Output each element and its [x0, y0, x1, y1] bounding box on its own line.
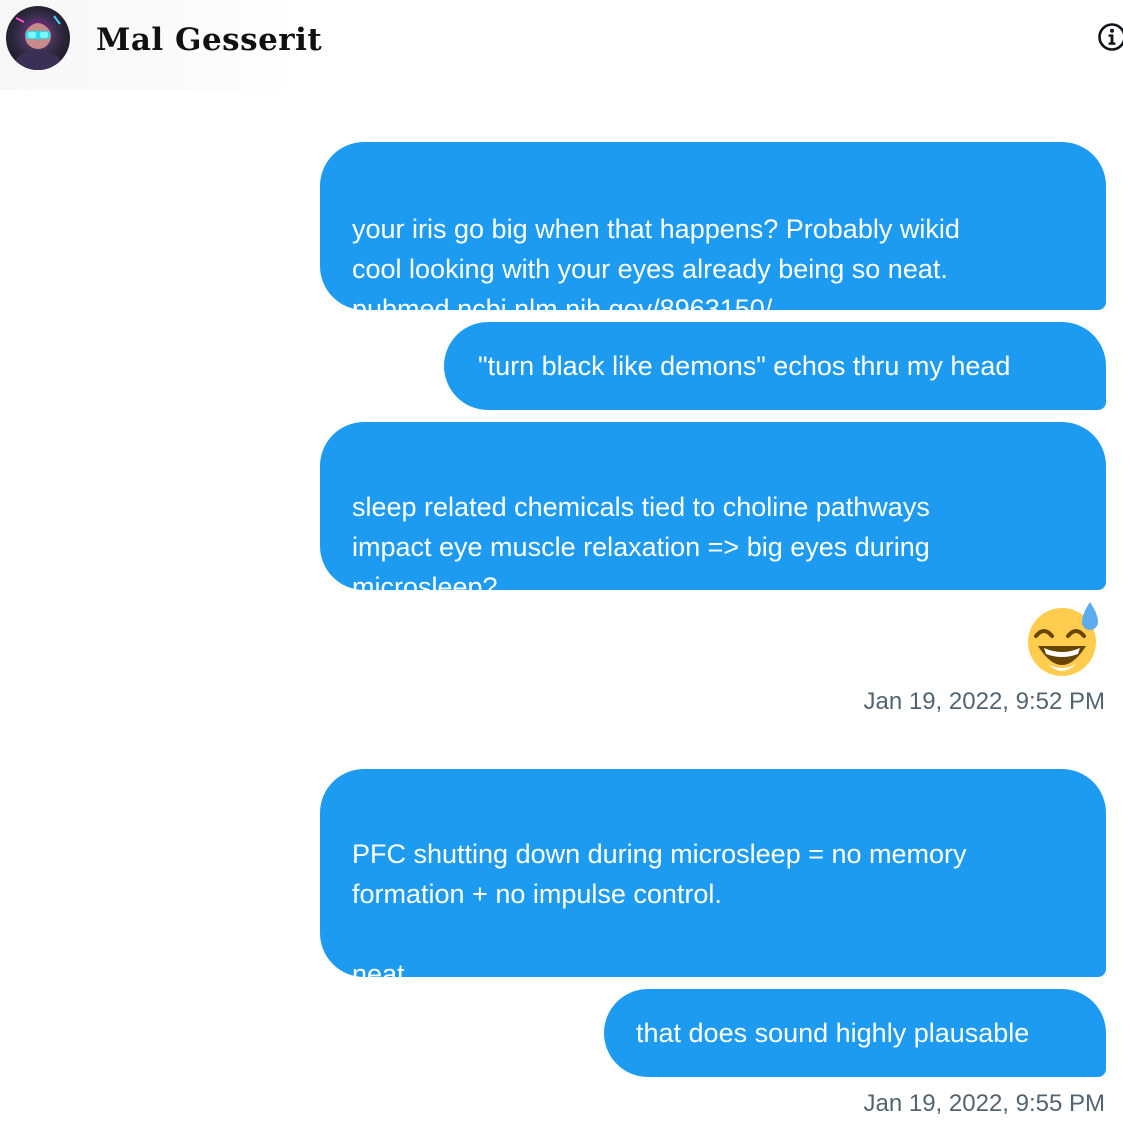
message-text: PFC shutting down during microsleep = no…	[352, 839, 967, 989]
message-text: sleep related chemicals tied to choline …	[352, 492, 930, 602]
message-text: that does sound highly plausable	[636, 1018, 1030, 1048]
conversation-header: Mal Gesserit	[0, 0, 1123, 90]
avatar[interactable]	[6, 6, 70, 70]
message-timestamp: Jan 19, 2022, 9:52 PM	[863, 688, 1106, 715]
conversation-name[interactable]: Mal Gesserit	[96, 18, 322, 62]
message-link[interactable]: pubmed.ncbi.nlm.nih.gov/8963150/	[352, 294, 772, 324]
message-bubble[interactable]: that does sound highly plausable	[604, 989, 1106, 1077]
message-text: "turn black like demons" echos thru my h…	[478, 351, 1011, 381]
message-bubble[interactable]: "turn black like demons" echos thru my h…	[444, 322, 1106, 410]
message-bubble[interactable]: your iris go big when that happens? Prob…	[320, 142, 1106, 324]
info-circle-icon[interactable]	[1096, 21, 1123, 53]
message-timestamp: Jan 19, 2022, 9:55 PM	[863, 1090, 1106, 1117]
message-bubble[interactable]: PFC shutting down during microsleep = no…	[320, 769, 1106, 989]
message-bubble[interactable]: sleep related chemicals tied to choline …	[320, 422, 1106, 602]
grinning-face-with-sweat-emoji[interactable]	[1024, 600, 1104, 680]
avatar-image	[14, 15, 62, 70]
message-text: your iris go big when that happens? Prob…	[352, 214, 960, 284]
